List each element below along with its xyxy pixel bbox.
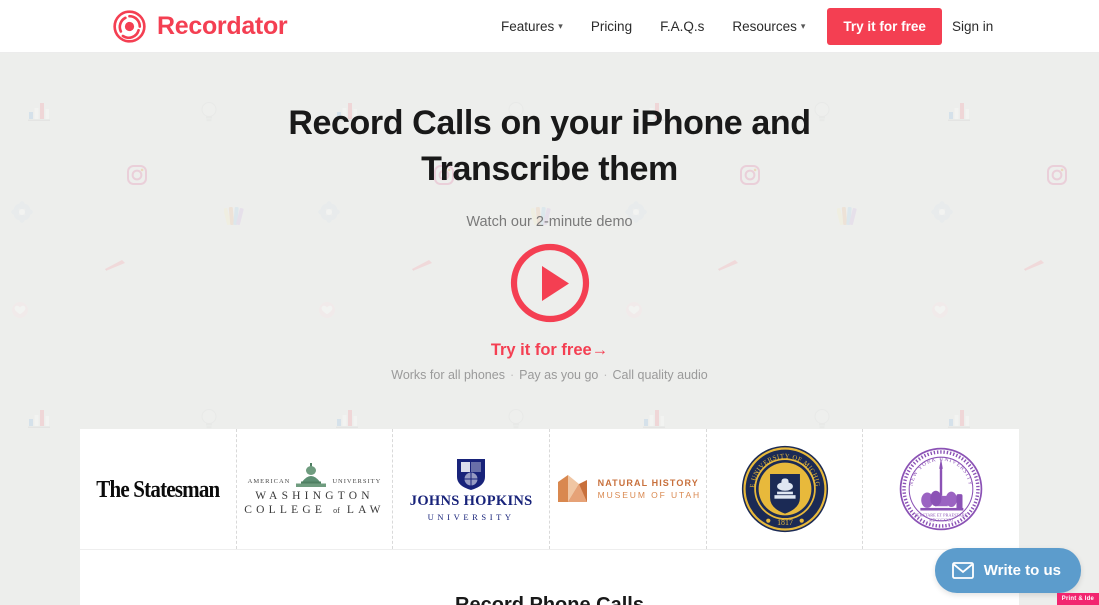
natural-history-utah-logo: NATURAL HISTORY MUSEUM OF UTAH [555, 471, 701, 507]
main-navigation: Features ▾ Pricing F.A.Q.s Resources ▾ Try… [487, 0, 1003, 53]
record-circle-icon [113, 10, 146, 43]
nhmu-line-2: MUSEUM OF UTAH [597, 490, 702, 500]
bar-chart-icon [28, 408, 50, 433]
nav-item-resources[interactable]: Resources ▾ [718, 0, 819, 53]
au-law-text: LAW [346, 504, 385, 516]
au-college-text: COLLEGE [244, 504, 327, 516]
nav-item-label: Resources [732, 19, 797, 34]
au-top-left-text: AMERICAN [247, 478, 291, 485]
feature-item-3: Call quality audio [612, 368, 708, 382]
chevron-down-icon: ▾ [800, 21, 806, 31]
jhu-university-text: UNIVERSITY [427, 511, 515, 522]
try-it-for-free-button[interactable]: Try it for free [827, 8, 942, 45]
nav-item-label: Pricing [590, 19, 633, 34]
au-college-of-law-text: COLLEGE of LAW [244, 504, 384, 516]
site-header: Recordator Features ▾ Pricing F.A.Q.s Res… [0, 0, 1099, 53]
umich-seal-icon: 1817 THE UNIVERSITY OF MICHIGAN [741, 445, 828, 533]
capitol-dome-icon [296, 463, 327, 487]
nyu-seal-icon: NEW YORK UNIVERSITY PERSTARE ET PRAESTAR… [899, 447, 983, 531]
au-top-right-text: UNIVERSITY [332, 478, 382, 485]
play-button-icon[interactable] [510, 243, 590, 323]
the-statesman-logo: The Statesman [96, 474, 220, 504]
brand-name: Recordator [157, 12, 288, 40]
the-statesman-wordmark: The Statesman [96, 474, 220, 503]
feature-item-1: Works for all phones [391, 368, 505, 382]
nhmu-line-1: NATURAL HISTORY [597, 478, 699, 488]
page-title: Record Calls on your iPhone and Transcri… [0, 100, 1099, 192]
logo-cell-natural-history-utah: NATURAL HISTORY MUSEUM OF UTAH [550, 429, 707, 549]
brand-logo[interactable]: Recordator [113, 10, 288, 43]
hero-cta-link[interactable]: Try it for free→ [491, 341, 608, 360]
nhmu-mountain-icon [557, 475, 587, 502]
write-to-us-label: Write to us [983, 562, 1061, 579]
jhu-name-text: JOHNS HOPKINS [409, 492, 533, 509]
chevron-down-icon: ▾ [558, 21, 563, 31]
feature-item-2: Pay as you go [519, 368, 599, 382]
feature-separator: · [603, 368, 608, 382]
headline-line-2: Transcribe them [421, 150, 678, 188]
write-to-us-button[interactable]: Write to us [934, 548, 1081, 593]
nav-item-faqs[interactable]: F.A.Q.s [646, 0, 718, 53]
nav-item-label: Features [501, 19, 555, 34]
umich-year-text: 1817 [777, 518, 793, 527]
logo-cell-university-of-michigan: 1817 THE UNIVERSITY OF MICHIGAN [707, 429, 864, 549]
nyu-motto-text: PERSTARE ET PRAESTARE [915, 513, 968, 518]
feature-separator: · [509, 368, 515, 382]
print-badge[interactable]: Print & Ide [1056, 593, 1099, 605]
logo-cell-johns-hopkins: JOHNS HOPKINS UNIVERSITY [393, 429, 551, 549]
johns-hopkins-logo: JOHNS HOPKINS UNIVERSITY [410, 457, 533, 522]
logo-cell-the-statesman: The Statesman [80, 429, 237, 549]
envelope-icon [951, 562, 974, 579]
page-root: Recordator Features ▾ Pricing F.A.Q.s Res… [0, 0, 1099, 605]
client-logos-strip: The Statesman AMERICAN UNIVERSITY WASHIN… [80, 429, 1019, 549]
logo-cell-new-york-university: NEW YORK UNIVERSITY PERSTARE ET PRAESTAR… [863, 429, 1019, 549]
au-of-text: of [333, 506, 340, 515]
nav-item-label: F.A.Q.s [660, 19, 705, 34]
logo-cell-american-university: AMERICAN UNIVERSITY WASHINGTON COLLEGE o… [237, 429, 394, 549]
nav-item-features[interactable]: Features ▾ [487, 0, 577, 53]
american-university-logo: AMERICAN UNIVERSITY WASHINGTON COLLEGE o… [244, 462, 384, 516]
headline-line-1: Record Calls on your iPhone and [288, 104, 811, 142]
hero-feature-list: Works for all phones · Pay as you go · Call … [0, 368, 1099, 382]
bottom-section-heading: Record Phone Calls [455, 594, 644, 605]
nyu-year-text: MDCCCXXXI [929, 518, 954, 523]
sign-in-link[interactable]: Sign in [952, 0, 1003, 53]
nav-item-pricing[interactable]: Pricing [577, 0, 646, 53]
au-washington-text: WASHINGTON [255, 490, 374, 502]
demo-label: Watch our 2-minute demo [466, 214, 633, 230]
jhu-shield-icon [457, 458, 486, 490]
hero-content: Record Calls on your iPhone and Transcri… [0, 53, 1099, 382]
bottom-section: Record Phone Calls [80, 549, 1019, 605]
